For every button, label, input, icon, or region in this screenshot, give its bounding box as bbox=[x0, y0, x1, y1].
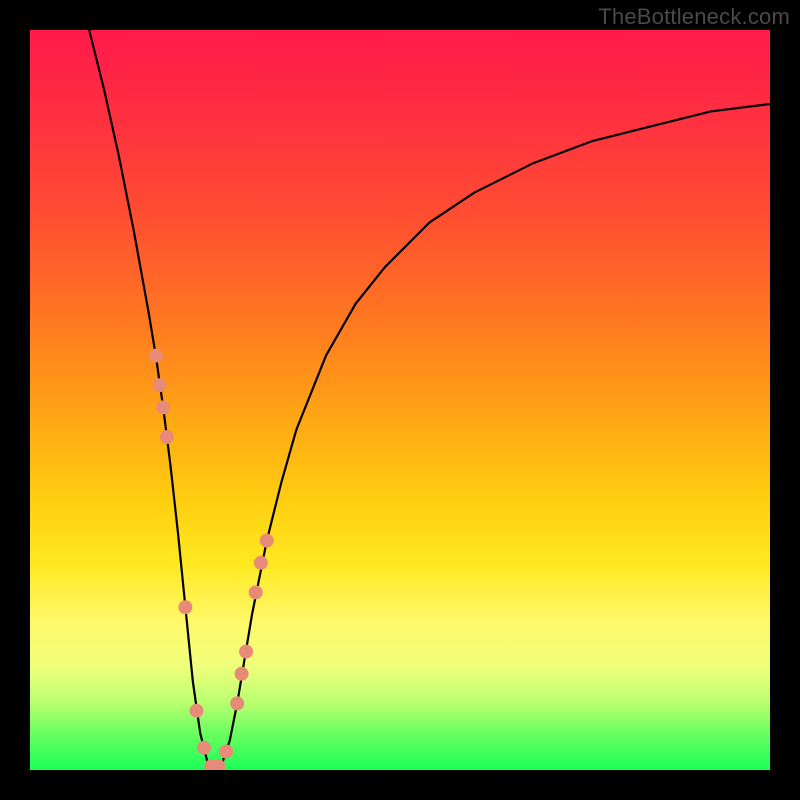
highlight-dot bbox=[219, 745, 233, 759]
highlight-dot bbox=[260, 534, 274, 548]
highlight-dot bbox=[149, 349, 163, 363]
chart-svg bbox=[30, 30, 770, 770]
highlight-dot bbox=[254, 556, 268, 570]
highlight-dot bbox=[197, 741, 211, 755]
chart-plot-area bbox=[30, 30, 770, 770]
highlight-dot bbox=[156, 400, 170, 414]
highlight-dot bbox=[230, 696, 244, 710]
watermark-text: TheBottleneck.com bbox=[598, 4, 790, 30]
highlight-dot bbox=[153, 378, 167, 392]
bottleneck-curve bbox=[89, 30, 770, 770]
highlight-dot bbox=[190, 704, 204, 718]
highlight-dot bbox=[160, 430, 174, 444]
highlight-dot bbox=[249, 585, 263, 599]
highlight-dot bbox=[239, 645, 253, 659]
highlight-dots bbox=[149, 349, 274, 770]
highlight-dot bbox=[235, 667, 249, 681]
chart-frame: TheBottleneck.com bbox=[0, 0, 800, 800]
highlight-dot bbox=[178, 600, 192, 614]
